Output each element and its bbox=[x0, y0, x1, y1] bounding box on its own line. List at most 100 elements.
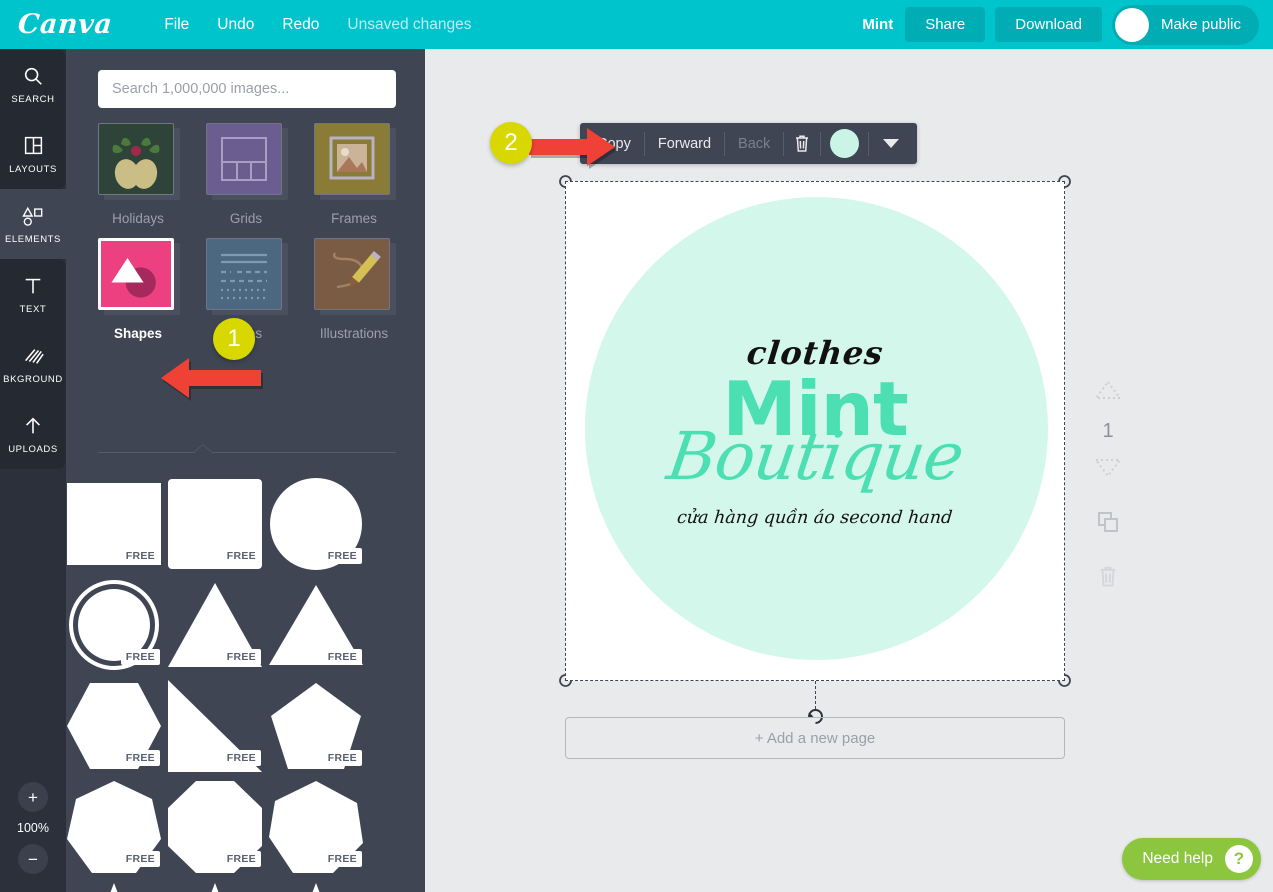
sidebar-label-uploads: UPLOADS bbox=[8, 443, 58, 455]
category-holidays[interactable]: Holidays bbox=[98, 123, 180, 226]
menu-file[interactable]: File bbox=[150, 10, 203, 40]
toggle-knob bbox=[1114, 7, 1149, 42]
category-frames[interactable]: Frames bbox=[314, 123, 396, 226]
category-shapes[interactable]: Shapes bbox=[98, 238, 180, 341]
free-badge: FREE bbox=[221, 851, 261, 867]
shape-item-rounded-square[interactable]: FREE bbox=[167, 476, 263, 572]
chevron-up-icon[interactable] bbox=[1094, 379, 1122, 406]
shape-item-triangle[interactable]: FREE bbox=[268, 577, 364, 673]
top-bar: Canva File Undo Redo Unsaved changes Min… bbox=[0, 0, 1273, 49]
category-row-1: Holidays Grids Frames bbox=[98, 123, 398, 226]
make-public-toggle[interactable]: Make public bbox=[1111, 4, 1259, 45]
sidebar-label-layouts: LAYOUTS bbox=[9, 163, 57, 175]
thumb-wrap bbox=[206, 238, 288, 315]
top-bar-actions: Mint Share Download Make public bbox=[862, 0, 1259, 49]
menu-redo[interactable]: Redo bbox=[268, 10, 333, 40]
category-label: Illustrations bbox=[319, 326, 389, 341]
trash-icon[interactable] bbox=[784, 130, 820, 158]
category-grids[interactable]: Grids bbox=[206, 123, 288, 226]
zoom-controls: + 100% − bbox=[0, 782, 66, 874]
sidebar-item-background[interactable]: BKGROUND bbox=[0, 329, 66, 399]
rotation-connector bbox=[815, 681, 816, 709]
page-tools: 1 bbox=[1085, 379, 1131, 593]
forward-button[interactable]: Forward bbox=[645, 130, 724, 158]
elements-icon bbox=[20, 204, 46, 228]
question-mark-icon: ? bbox=[1225, 845, 1253, 873]
zoom-out-button[interactable]: − bbox=[18, 844, 48, 874]
download-button[interactable]: Download bbox=[995, 7, 1102, 42]
search-input[interactable] bbox=[98, 70, 396, 108]
design-page[interactable]: clothes Mint Boutique cửa hàng quần áo s… bbox=[559, 175, 1071, 724]
thumb-wrap bbox=[314, 123, 396, 200]
toolbar-separator bbox=[820, 131, 822, 156]
shape-item-circle[interactable]: FREE bbox=[268, 476, 364, 572]
shapes-thumbnail bbox=[98, 238, 174, 310]
sidebar-item-uploads[interactable]: UPLOADS bbox=[0, 399, 66, 469]
sidebar-item-search[interactable]: SEARCH bbox=[0, 49, 66, 119]
category-label: Shapes bbox=[113, 326, 163, 341]
sidebar-item-elements[interactable]: ELEMENTS bbox=[0, 189, 66, 259]
thumb-wrap bbox=[98, 123, 180, 200]
zoom-in-button[interactable]: + bbox=[18, 782, 48, 812]
chevron-down-icon[interactable] bbox=[1094, 457, 1122, 484]
sidebar-item-layouts[interactable]: LAYOUTS bbox=[0, 119, 66, 189]
shape-item-heptagon-alt[interactable]: FREE bbox=[268, 779, 364, 875]
canva-logo[interactable]: Canva bbox=[17, 9, 113, 40]
share-button[interactable]: Share bbox=[905, 7, 986, 42]
color-swatch[interactable] bbox=[830, 129, 860, 158]
free-badge: FREE bbox=[120, 750, 160, 766]
resize-handle-tl[interactable] bbox=[557, 173, 574, 190]
trash-icon[interactable] bbox=[1098, 565, 1118, 593]
shape-item-octagon[interactable]: FREE bbox=[167, 779, 263, 875]
free-badge: FREE bbox=[322, 750, 362, 766]
need-help-button[interactable]: Need help ? bbox=[1122, 838, 1261, 880]
page-number: 1 bbox=[1102, 420, 1114, 442]
toolbar-separator bbox=[868, 131, 870, 156]
star-five-b-shape bbox=[211, 883, 219, 892]
panel-divider bbox=[98, 452, 396, 453]
layouts-icon bbox=[23, 134, 44, 158]
menu-undo[interactable]: Undo bbox=[203, 10, 268, 40]
add-new-page-button[interactable]: + Add a new page bbox=[565, 717, 1065, 759]
sidebar-item-text[interactable]: TEXT bbox=[0, 259, 66, 329]
search-icon bbox=[22, 64, 44, 88]
duplicate-icon[interactable] bbox=[1096, 510, 1120, 539]
shape-item-heptagon[interactable]: FREE bbox=[66, 779, 162, 875]
uploads-icon bbox=[22, 414, 44, 438]
shape-item-star-1[interactable] bbox=[66, 880, 162, 892]
chevron-down-icon[interactable] bbox=[883, 139, 900, 148]
shape-item-square[interactable]: FREE bbox=[66, 476, 162, 572]
resize-handle-bl[interactable] bbox=[557, 672, 574, 689]
resize-handle-tr[interactable] bbox=[1056, 173, 1073, 190]
free-badge: FREE bbox=[221, 750, 261, 766]
left-rail: SEARCH LAYOUTS ELEMENTS TEXT BKGROUND UP… bbox=[0, 49, 66, 892]
back-button: Back bbox=[725, 130, 783, 158]
shape-item-pentagon[interactable]: FREE bbox=[268, 678, 364, 774]
free-badge: FREE bbox=[221, 649, 261, 665]
holidays-thumbnail bbox=[98, 123, 174, 195]
rail-group-bottom: TEXT BKGROUND UPLOADS bbox=[0, 259, 66, 469]
category-illustrations[interactable]: Illustrations bbox=[314, 238, 396, 341]
thumb-wrap bbox=[206, 123, 288, 200]
document-title[interactable]: Mint bbox=[862, 16, 893, 33]
selection-box bbox=[565, 181, 1065, 681]
elements-panel: Holidays Grids bbox=[66, 49, 425, 892]
thumb-wrap bbox=[98, 238, 180, 315]
lines-thumbnail bbox=[206, 238, 282, 310]
category-label: Holidays bbox=[112, 211, 164, 226]
annotation-arrow-1 bbox=[161, 358, 263, 401]
shape-item-diagonal-half[interactable]: FREE bbox=[167, 678, 263, 774]
resize-handle-br[interactable] bbox=[1056, 672, 1073, 689]
shape-item-right-triangle[interactable]: FREE bbox=[167, 577, 263, 673]
shape-item-hexagon[interactable]: FREE bbox=[66, 678, 162, 774]
free-badge: FREE bbox=[120, 649, 160, 665]
shape-item-circle-outline[interactable]: FREE bbox=[66, 577, 162, 673]
sidebar-label-text: TEXT bbox=[19, 303, 47, 315]
shape-item-star-3[interactable] bbox=[268, 880, 364, 892]
rail-group-top: SEARCH LAYOUTS bbox=[0, 49, 66, 189]
category-label: Frames bbox=[331, 211, 377, 226]
zoom-level: 100% bbox=[17, 821, 49, 835]
sidebar-label-elements: ELEMENTS bbox=[4, 233, 61, 245]
shape-item-star-2[interactable] bbox=[167, 880, 263, 892]
free-badge: FREE bbox=[322, 548, 362, 564]
